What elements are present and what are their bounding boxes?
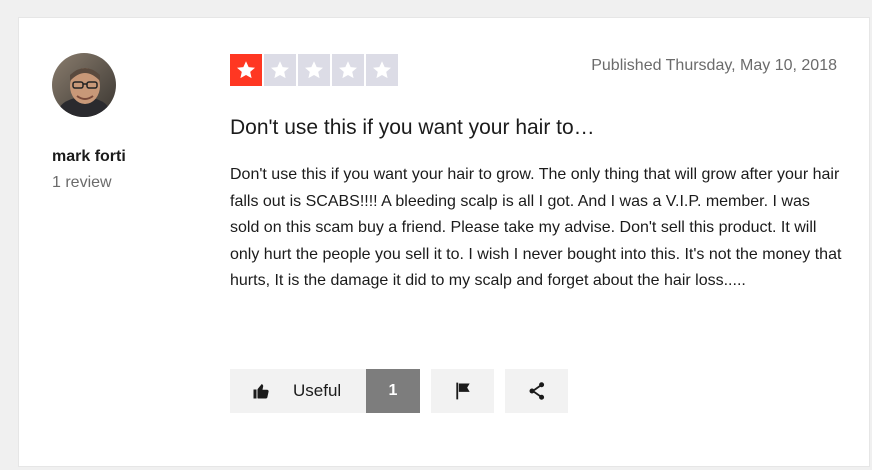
star-empty-icon <box>332 54 364 86</box>
review-title[interactable]: Don't use this if you want your hair to… <box>230 116 595 140</box>
flag-button[interactable] <box>431 369 494 413</box>
avatar[interactable] <box>52 53 116 117</box>
useful-group: Useful 1 <box>230 369 420 413</box>
published-date: Published Thursday, May 10, 2018 <box>591 57 837 74</box>
reviewer-review-count: 1 review <box>52 174 112 191</box>
useful-count-badge: 1 <box>366 369 420 413</box>
flag-icon <box>455 382 470 400</box>
user-photo-icon <box>52 53 116 117</box>
useful-button[interactable]: Useful <box>230 369 366 413</box>
star-empty-icon <box>264 54 296 86</box>
share-icon <box>529 382 544 400</box>
thumbs-up-icon <box>253 383 269 399</box>
star-empty-icon <box>298 54 330 86</box>
star-empty-icon <box>366 54 398 86</box>
review-body: Don't use this if you want your hair to … <box>230 166 842 289</box>
useful-label: Useful <box>293 381 342 400</box>
reviewer-name[interactable]: mark forti <box>52 148 126 166</box>
share-button[interactable] <box>505 369 568 413</box>
review-actions: Useful 1 <box>230 369 568 413</box>
star-rating <box>230 54 398 86</box>
star-filled-icon <box>230 54 262 86</box>
review-card: mark forti 1 review Published Thursday, … <box>18 17 870 467</box>
